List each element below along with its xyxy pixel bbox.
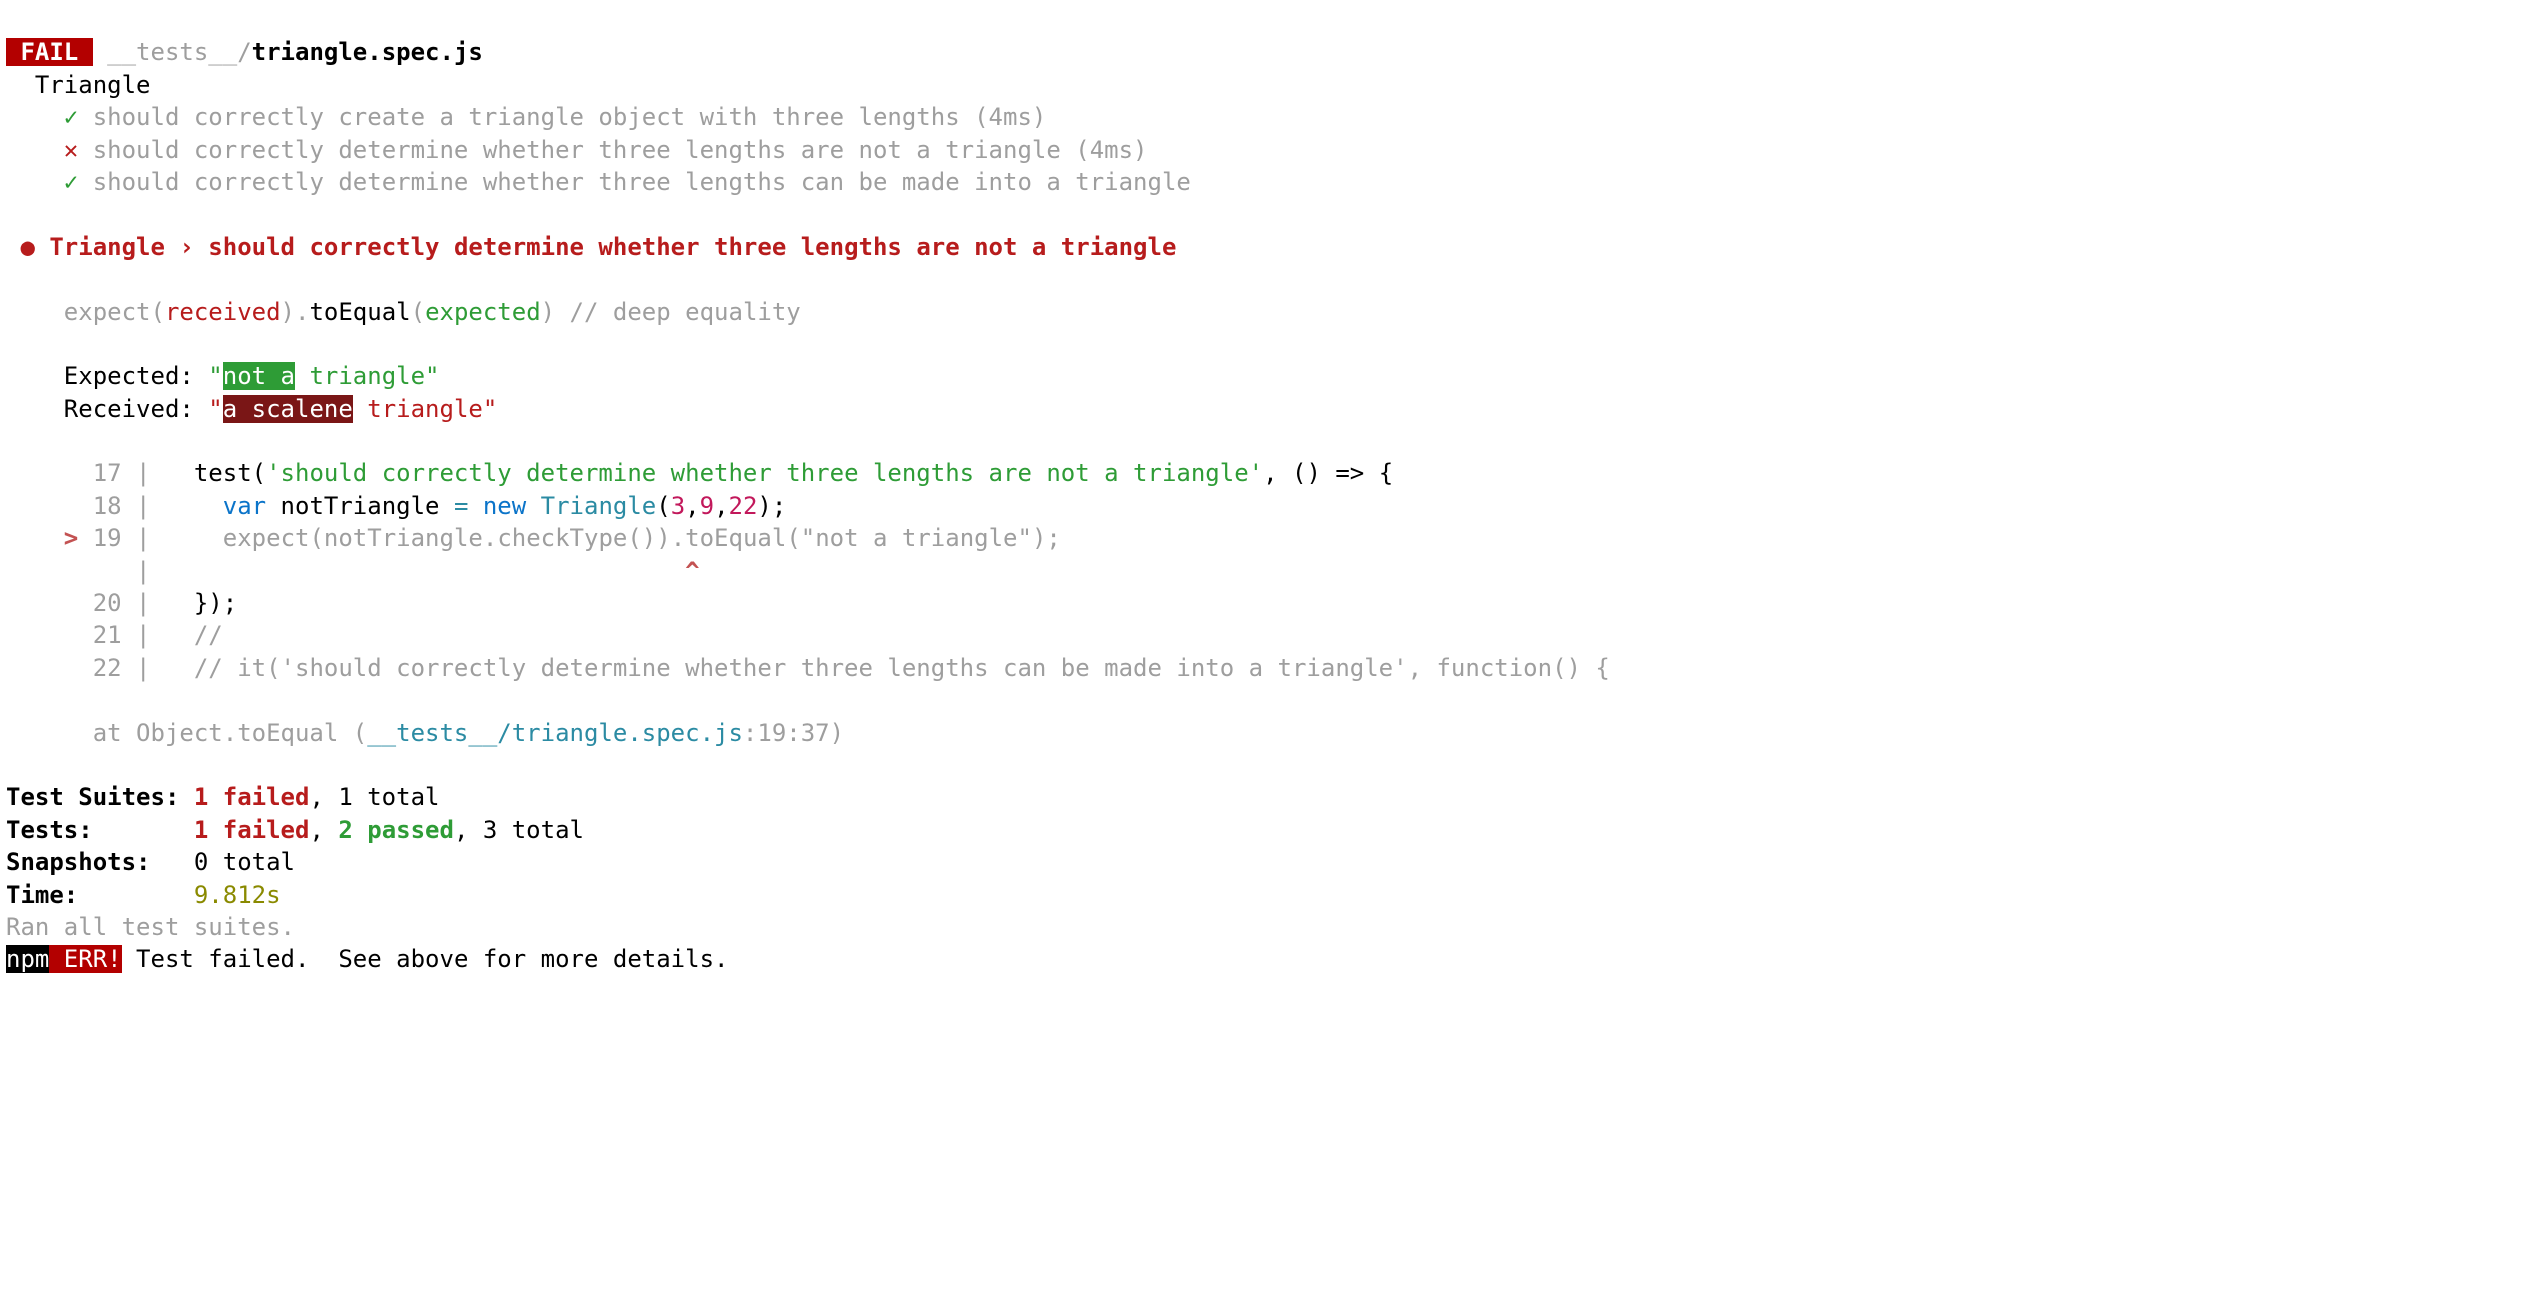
stack-file: __tests__/triangle.spec.js [367, 719, 743, 747]
line-num: 22 [6, 654, 122, 682]
summary-time-value: 9.812s [194, 881, 281, 909]
ran-suites: Ran all test suites. [6, 913, 295, 941]
test-file: triangle.spec.js [252, 38, 483, 66]
code-string: 'should correctly determine whether thre… [266, 459, 1263, 487]
summary-suites-failed: 1 failed [194, 783, 310, 811]
npm-msg: Test failed. See above for more details. [122, 945, 729, 973]
matcher-expected: expected [425, 298, 541, 326]
npm-tag: npm [6, 945, 49, 973]
summary-tests-passed: 2 passed [338, 816, 454, 844]
check-icon: ✓ [64, 103, 78, 131]
error-line-marker: > [6, 524, 78, 552]
line-num: 20 [6, 589, 122, 617]
expected-diff: not a [223, 362, 295, 390]
suite-name: Triangle [6, 71, 151, 99]
received-label: Received: [64, 395, 209, 423]
test-result-pass: should correctly determine whether three… [93, 168, 1191, 196]
expected-label: Expected: [64, 362, 209, 390]
bullet-icon: ● [20, 233, 34, 261]
summary-tests-failed: 1 failed [194, 816, 310, 844]
matcher-received: received [165, 298, 281, 326]
fail-badge: FAIL [6, 38, 93, 66]
line-num: 18 [6, 492, 122, 520]
cross-icon: ✕ [64, 136, 78, 164]
line-num: 17 [6, 459, 122, 487]
failure-title: Triangle › should correctly determine wh… [49, 233, 1176, 261]
matcher-toequal: toEqual [309, 298, 410, 326]
summary-suites-label: Test Suites: [6, 783, 194, 811]
matcher-expect: expect( [64, 298, 165, 326]
summary-snapshots-label: Snapshots: [6, 848, 194, 876]
test-result-fail: should correctly determine whether three… [93, 136, 1148, 164]
stack-at: at Object.toEqual ( [6, 719, 367, 747]
line-num: 21 [6, 621, 122, 649]
terminal-output: FAIL __tests__/triangle.spec.js Triangle… [0, 0, 2544, 986]
summary-snapshots-value: 0 total [194, 848, 295, 876]
caret-icon: ^ [685, 557, 699, 585]
test-path-prefix: __tests__/ [93, 38, 252, 66]
npm-err: ERR! [49, 945, 121, 973]
received-diff: a scalene [223, 395, 353, 423]
check-icon: ✓ [64, 168, 78, 196]
summary-tests-label: Tests: [6, 816, 194, 844]
test-result-pass: should correctly create a triangle objec… [93, 103, 1047, 131]
summary-time-label: Time: [6, 881, 194, 909]
